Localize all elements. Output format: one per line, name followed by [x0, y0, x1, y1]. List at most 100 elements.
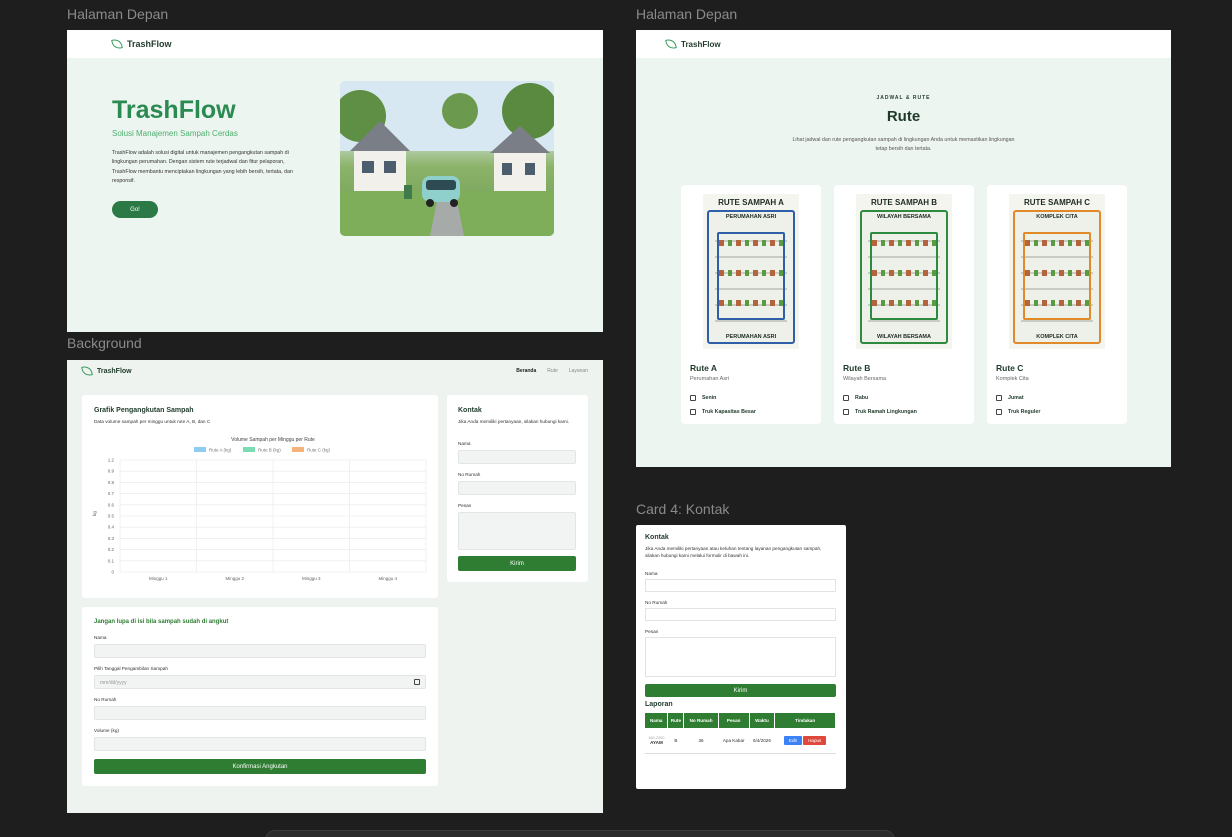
table-header-row: Nama Rute No Rumah Pesan Waktu Tindakan [645, 713, 836, 728]
x-tick-label: Minggu 4 [378, 576, 397, 581]
chart-title: Volume Sampah per Minggu per Rute [231, 437, 315, 443]
route-day: Jumat [996, 395, 1024, 401]
y-tick-label: 0.7 [108, 491, 115, 496]
hero-description: TrashFlow adalah solusi digital untuk ma… [112, 150, 293, 184]
route-truck: Truk Ramah Lingkungan [843, 409, 917, 415]
map-subtitle: PERUMAHAN ASRI [725, 214, 777, 220]
map-title: RUTE SAMPAH B [870, 198, 938, 207]
route-truck-label: Truk Kapasitas Besar [702, 409, 756, 415]
col-tindakan: Tindakan [774, 713, 836, 728]
route-truck-label: Truk Reguler [1008, 409, 1041, 415]
name-input[interactable] [458, 450, 576, 464]
map-subtitle: KOMPLEK CITA [1036, 214, 1078, 220]
contact-subtitle: Jika Anda memiliki pertanyaan, silakan h… [458, 419, 569, 424]
house-number-input[interactable] [94, 706, 426, 720]
contact-card-small: Kontak Jika Anda memiliki pertanyaan, si… [447, 395, 588, 582]
route-truck: Truk Kapasitas Besar [690, 409, 756, 415]
message-label: Pesan [458, 503, 472, 508]
cell-no-rumah: 36 [683, 728, 719, 754]
y-axis-label: kg [92, 511, 97, 516]
route-area: Wilayah Bersama [843, 376, 887, 382]
cell-waktu: 6/4/2026 [749, 728, 775, 754]
y-tick-label: 0.8 [108, 480, 115, 485]
house-number-input[interactable] [645, 608, 836, 621]
hero-title: TrashFlow [112, 96, 236, 124]
logo[interactable]: TrashFlow [111, 38, 172, 50]
go-button[interactable]: Go! [112, 201, 158, 218]
nav-links: Beranda Rute Layanan [516, 368, 588, 374]
calendar-icon[interactable] [414, 679, 420, 685]
date-input[interactable]: mm/dd/yyyy [94, 675, 426, 689]
nav-link-beranda[interactable]: Beranda [516, 368, 536, 374]
house-label: No Rumah [458, 472, 481, 477]
route-card-b[interactable]: RUTE SAMPAH B WILAYAH BERSAMA WILAYAH BE… [834, 185, 974, 424]
kirim-button[interactable]: Kirim [458, 556, 576, 571]
route-name: Rute A [690, 363, 718, 373]
chart-card-subtitle: Data volume sampah per minggu untuk rute… [94, 419, 211, 424]
route-name: Rute B [843, 363, 871, 373]
y-tick-label: 0.3 [108, 536, 115, 541]
route-day-label: Senin [702, 395, 717, 401]
calendar-icon [843, 395, 849, 401]
calendar-icon [996, 395, 1002, 401]
route-area: Komplek Cita [996, 376, 1029, 382]
name-input[interactable] [645, 579, 836, 592]
contact-title: Kontak [458, 407, 482, 414]
y-tick-label: 0.9 [108, 469, 115, 474]
map-title: RUTE SAMPAH A [718, 198, 784, 207]
hero-subtitle: Solusi Manajemen Sampah Cerdas [112, 129, 238, 138]
logo[interactable]: TrashFlow [665, 38, 721, 50]
x-tick-label: Minggu 3 [302, 576, 321, 581]
navbar: TrashFlow [67, 30, 603, 58]
volume-input[interactable] [94, 737, 426, 751]
y-tick-label: 0 [111, 570, 114, 575]
contact-subtitle: Jika Anda memiliki pertanyaan atau keluh… [645, 546, 822, 558]
edit-button[interactable]: Edit [783, 735, 802, 745]
delete-button[interactable]: Hapus [803, 735, 827, 745]
route-card-a[interactable]: RUTE SAMPAH A PERUMAHAN ASRI PERUMAHAN A… [681, 185, 821, 424]
section-description: Lihat jadwal dan rute pengangkutan sampa… [792, 137, 1015, 152]
nav-link-rute[interactable]: Rute [547, 368, 558, 374]
map-footer: PERUMAHAN ASRI [725, 334, 777, 340]
brand-name: TrashFlow [97, 367, 132, 375]
date-placeholder: mm/dd/yyyy [100, 680, 127, 686]
background-frame: TrashFlow Beranda Rute Layanan Grafik Pe… [67, 360, 603, 813]
volume-label: Volume (kg) [94, 728, 120, 733]
kirim-button[interactable]: Kirim [645, 684, 836, 697]
route-day: Senin [690, 395, 716, 401]
x-tick-label: Minggu 1 [149, 576, 168, 581]
name-input[interactable] [94, 644, 426, 658]
y-tick-label: 0.1 [108, 558, 115, 563]
contact-card-frame: Kontak Jika Anda memiliki pertanyaan ata… [636, 525, 846, 789]
section-title: Rute [886, 108, 921, 125]
confirm-pickup-button[interactable]: Konfirmasi Angkutan [94, 759, 426, 774]
route-map-image: RUTE SAMPAH C KOMPLEK CITA KOMPLEK CITA [1009, 194, 1105, 349]
house-label: No Rumah [94, 697, 117, 702]
house-number-input[interactable] [458, 481, 576, 495]
col-waktu: Waktu [749, 713, 776, 728]
contact-title: Kontak [645, 534, 669, 541]
navbar: TrashFlow Beranda Rute Layanan [67, 360, 603, 382]
y-tick-label: 1.2 [108, 458, 115, 463]
map-frame: WILAYAH BERSAMA WILAYAH BERSAMA [860, 210, 948, 344]
y-tick-label: 0.6 [108, 502, 115, 507]
message-textarea[interactable] [645, 637, 836, 677]
cell-tindakan: Edit Hapus [774, 728, 836, 754]
legend-label-1: Rute B (kg) [258, 448, 281, 453]
leaf-icon [81, 365, 93, 377]
chart-card: Grafik Pengangkutan Sampah Data volume s… [82, 395, 438, 598]
message-textarea[interactable] [458, 512, 576, 550]
route-card-c[interactable]: RUTE SAMPAH C KOMPLEK CITA KOMPLEK CITA … [987, 185, 1127, 424]
col-nama: Nama [645, 713, 669, 728]
nav-link-layanan[interactable]: Layanan [569, 368, 588, 374]
logo[interactable]: TrashFlow [81, 365, 132, 377]
map-frame: PERUMAHAN ASRI PERUMAHAN ASRI [707, 210, 795, 344]
report-table: Nama Rute No Rumah Pesan Waktu Tindakan … [645, 713, 836, 754]
routes-frame: TrashFlow JADWAL & RUTE Rute Lihat jadwa… [636, 30, 1171, 467]
truck-icon [690, 409, 696, 415]
line-chart: Volume Sampah per Minggu per Rute Rute A … [92, 437, 427, 581]
section-eyebrow: JADWAL & RUTE [876, 95, 931, 101]
message-label: Pesan [645, 629, 659, 634]
canvas-toolbar[interactable] [265, 830, 895, 837]
map-frame: KOMPLEK CITA KOMPLEK CITA [1013, 210, 1101, 344]
